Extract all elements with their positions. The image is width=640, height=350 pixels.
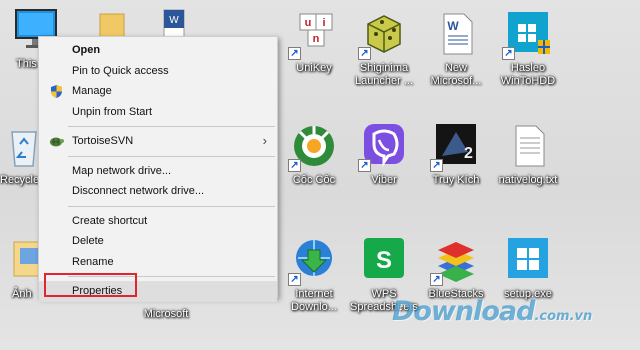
svg-text:S: S: [376, 247, 392, 274]
menu-item-tortoisesvn[interactable]: TortoiseSVN ›: [39, 131, 277, 152]
shortcut-arrow-icon: ↗: [430, 159, 443, 172]
shiginima-item[interactable]: ↗ Shiginima Launcher ...: [346, 10, 422, 88]
menu-item-label: Open: [72, 44, 101, 56]
unikey-item[interactable]: u i n ↗ UniKey: [276, 10, 352, 75]
context-menu: Open Pin to Quick access Manage Unpin fr…: [38, 36, 278, 302]
truy-kich-icon: 2 ↗: [430, 122, 480, 172]
unikey-label: UniKey: [296, 62, 332, 74]
shiginima-label: Shiginima Launcher ...: [354, 62, 414, 87]
desktop: { "desktop_icons": { "this_pc": "This", …: [0, 0, 640, 350]
hasleo-label: Hasleo WinToHDD: [500, 62, 556, 87]
watermark-domain: .com.vn: [534, 309, 593, 324]
idm-label: Internet Downlo...: [291, 288, 337, 313]
menu-item-open[interactable]: Open: [39, 40, 277, 61]
new-microsoft-label: New Microsof...: [430, 62, 482, 87]
idm-item[interactable]: ↗ Internet Downlo...: [276, 236, 352, 314]
setup-item[interactable]: setup.exe: [490, 236, 566, 301]
svg-text:i: i: [322, 17, 325, 29]
unikey-icon: u i n ↗: [288, 10, 338, 60]
nativelog-item[interactable]: nativelog.txt: [490, 122, 566, 187]
tortoisesvn-icon: [49, 134, 64, 149]
viber-item[interactable]: ↗ Viber: [346, 122, 422, 187]
shortcut-arrow-icon: ↗: [358, 47, 371, 60]
menu-item-label: TortoiseSVN: [72, 135, 134, 147]
watermark-logo: Download.com.vn: [392, 296, 592, 327]
menu-item-label: Create shortcut: [72, 214, 148, 227]
shortcut-arrow-icon: ↗: [288, 47, 301, 60]
truy-kich-label: Truy Kích: [432, 174, 480, 186]
hasleo-item[interactable]: ↗ Hasleo WinToHDD: [490, 10, 566, 88]
menu-item-label: Map network drive...: [72, 164, 172, 177]
menu-separator: [68, 155, 275, 157]
hasleo-icon: ↗: [502, 10, 552, 60]
menu-item-disconnect-network-drive[interactable]: Disconnect network drive...: [39, 181, 277, 202]
shortcut-arrow-icon: ↗: [288, 273, 301, 286]
word-document-icon: W: [432, 10, 480, 58]
coc-coc-label: Cốc Cốc: [292, 174, 336, 186]
menu-item-delete[interactable]: Delete: [39, 231, 277, 252]
menu-item-rename[interactable]: Rename: [39, 252, 277, 273]
svg-text:u: u: [305, 17, 312, 29]
shortcut-arrow-icon: ↗: [358, 159, 371, 172]
shortcut-arrow-icon: ↗: [502, 47, 515, 60]
shortcut-arrow-icon: ↗: [430, 273, 443, 286]
menu-item-label: Rename: [72, 255, 114, 268]
viber-label: Viber: [371, 174, 397, 186]
nativelog-label: nativelog.txt: [498, 174, 558, 186]
uac-shield-icon: [49, 84, 64, 99]
menu-item-pin-quick-access[interactable]: Pin to Quick access: [39, 61, 277, 82]
red-highlight-box: [44, 273, 137, 297]
svg-text:W: W: [169, 15, 179, 26]
menu-separator: [68, 126, 275, 127]
menu-separator: [68, 205, 275, 207]
menu-item-unpin-start[interactable]: Unpin from Start: [39, 102, 277, 123]
menu-item-label: Disconnect network drive...: [72, 185, 205, 197]
bluestacks-item[interactable]: ↗ BlueStacks: [418, 236, 494, 301]
watermark-text: Download: [392, 296, 535, 327]
menu-item-label: Unpin from Start: [72, 105, 153, 118]
shiginima-icon: ↗: [358, 10, 408, 60]
menu-item-label: Pin to Quick access: [72, 64, 169, 77]
menu-item-create-shortcut[interactable]: Create shortcut: [39, 211, 277, 232]
menu-item-label: Manage: [72, 85, 112, 97]
svg-text:2: 2: [464, 145, 473, 162]
idm-icon: ↗: [288, 236, 338, 286]
bluestacks-icon: ↗: [430, 236, 480, 286]
shortcut-arrow-icon: ↗: [288, 159, 301, 172]
wps-spreadsheets-icon: S: [360, 236, 408, 284]
menu-item-manage[interactable]: Manage: [39, 81, 277, 102]
setup-installer-icon: [504, 236, 552, 284]
text-file-icon: [504, 122, 552, 170]
coc-coc-item[interactable]: ↗ Cốc Cốc: [276, 122, 352, 187]
hidden-microsoft-label: Microsoft: [143, 308, 189, 320]
coc-coc-icon: ↗: [288, 122, 338, 172]
menu-item-label: Delete: [72, 235, 104, 247]
truy-kich-item[interactable]: 2 ↗ Truy Kích: [418, 122, 494, 187]
new-microsoft-doc-item[interactable]: W New Microsof...: [418, 10, 494, 88]
menu-item-map-network-drive[interactable]: Map network drive...: [39, 161, 277, 182]
viber-icon: ↗: [358, 122, 408, 172]
svg-text:n: n: [313, 33, 320, 45]
svg-text:W: W: [447, 19, 459, 33]
chevron-right-icon: ›: [262, 133, 267, 148]
